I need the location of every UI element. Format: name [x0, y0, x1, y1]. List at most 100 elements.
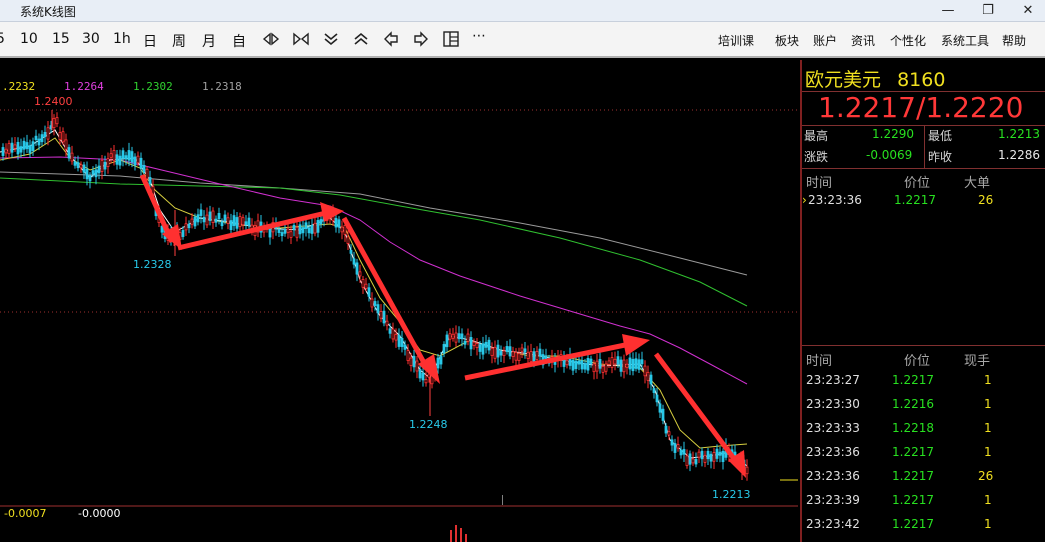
bid-ask-price: 1.2217/1.2220 [818, 91, 1024, 124]
period-1h-button[interactable]: 1h [113, 31, 131, 47]
period-month-button[interactable]: 月 [202, 31, 216, 51]
candle-body [472, 341, 476, 346]
candle-body [301, 227, 305, 234]
candle-body [634, 358, 638, 369]
candle-body [400, 337, 404, 347]
candle-body [208, 211, 212, 221]
menu-sector[interactable]: 板块 [775, 32, 799, 49]
kline-chart[interactable]: .2232 1.2264 1.2302 1.2318 1.2400 1.2328… [0, 60, 798, 542]
candle-body [628, 357, 632, 370]
menu-training[interactable]: 培训课 [718, 32, 754, 49]
candle-body [7, 143, 11, 155]
symbol-code: 8160 [897, 69, 946, 91]
candle-body [490, 347, 494, 356]
candle-body [523, 348, 527, 353]
candle-body [25, 142, 29, 150]
candle-body [361, 279, 365, 288]
candle-body [640, 359, 644, 365]
candle-body [310, 224, 314, 234]
candle-body [676, 444, 680, 449]
big-order-price: 1.2217 [894, 193, 936, 207]
candle-body [502, 350, 506, 357]
candle-body [661, 408, 665, 421]
candle-body [337, 219, 341, 228]
candle-body [397, 334, 401, 347]
candle-body [394, 334, 398, 341]
candle-body [583, 363, 587, 370]
tick-vol: 1 [984, 445, 992, 459]
candle-body [373, 301, 377, 307]
close-button[interactable]: ✕ [1014, 2, 1042, 20]
candle-body [655, 394, 659, 403]
candle-body [241, 217, 245, 226]
menu-help[interactable]: 帮助 [1002, 32, 1026, 49]
candle-body [532, 351, 536, 362]
candle-body [79, 164, 83, 169]
menu-personalize[interactable]: 个性化 [890, 32, 926, 49]
menu-account[interactable]: 账户 [813, 32, 837, 49]
period-custom-button[interactable]: 自 [232, 31, 246, 51]
symbol-header: 欧元美元 8160 [805, 65, 945, 92]
candle-body [643, 365, 647, 377]
candle-body [40, 134, 44, 143]
candle-body [19, 146, 23, 153]
indicator-value-2: -0.0000 [78, 507, 121, 520]
chart-canvas[interactable] [0, 60, 798, 542]
candle-body [22, 140, 26, 150]
candle-body [289, 231, 293, 238]
period-5m-button[interactable]: 5 [0, 31, 5, 47]
zoom-in-icon[interactable] [262, 30, 280, 48]
candle-body [52, 118, 56, 129]
candle-body [190, 218, 194, 225]
candle-body [202, 216, 206, 223]
period-15m-button[interactable]: 15 [52, 31, 70, 47]
candles-group [1, 110, 749, 481]
candle-body [235, 217, 239, 229]
zoom-out-icon[interactable] [292, 30, 310, 48]
candle-body [481, 343, 485, 355]
candle-body [358, 271, 362, 277]
candle-body [424, 379, 428, 384]
candle-body [475, 343, 479, 348]
double-chevron-up-icon[interactable] [352, 30, 370, 48]
candle-body [244, 221, 248, 226]
period-10m-button[interactable]: 10 [20, 31, 38, 47]
candle-body [415, 360, 419, 372]
tick-vol: 1 [984, 397, 992, 411]
candle-body [121, 150, 125, 159]
minimize-button[interactable]: — [934, 2, 962, 20]
candle-body [493, 346, 497, 359]
menu-news[interactable]: 资讯 [851, 32, 875, 49]
candle-body [268, 228, 272, 238]
candle-body [679, 449, 683, 456]
candle-body [76, 162, 80, 169]
layout-icon[interactable] [442, 30, 460, 48]
candle-body [352, 258, 356, 265]
candle-body [367, 287, 371, 297]
candle-body [436, 357, 440, 369]
legend-ma2: 1.2264 [64, 80, 104, 93]
candle-body [124, 155, 128, 160]
period-day-button[interactable]: 日 [143, 31, 157, 51]
period-30m-button[interactable]: 30 [82, 31, 100, 47]
candle-body [439, 355, 443, 365]
candle-body [706, 450, 710, 460]
change-value: -0.0069 [866, 148, 913, 162]
period-week-button[interactable]: 周 [172, 31, 186, 51]
candle-body [391, 328, 395, 340]
low-label: 最低 [928, 129, 953, 143]
restore-button[interactable]: ❐ [974, 2, 1002, 20]
high-price-label: 1.2400 [34, 95, 73, 108]
candle-body [688, 453, 692, 465]
prev-close-value: 1.2286 [998, 148, 1040, 162]
double-chevron-down-icon[interactable] [322, 30, 340, 48]
candle-body [187, 223, 191, 229]
arrow-right-icon[interactable] [412, 30, 430, 48]
menu-system-tools[interactable]: 系统工具 [941, 32, 989, 49]
candle-body [571, 359, 575, 371]
candle-body [355, 262, 359, 275]
candle-body [709, 453, 713, 462]
arrow-left-icon[interactable] [382, 30, 400, 48]
candle-body [181, 230, 185, 237]
more-icon[interactable]: ⋯ [472, 28, 486, 44]
